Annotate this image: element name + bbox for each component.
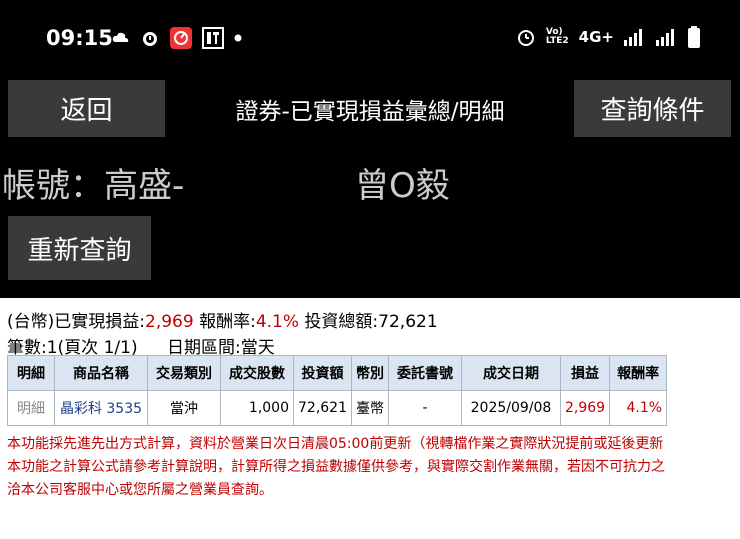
- col-currency: 幣別: [351, 355, 389, 391]
- alarm-icon: [517, 30, 534, 46]
- results-table: 明細 商品名稱 交易類別 成交股數 投資額 幣別 委託書號 成交日期 損益 報酬…: [7, 355, 668, 426]
- summary-invest-label: 投資總額:: [304, 312, 379, 332]
- col-investment: 投資額: [293, 355, 352, 391]
- col-shares: 成交股數: [220, 355, 294, 391]
- alarm-icon: [143, 32, 157, 46]
- investment-cell: 72,621: [293, 390, 352, 426]
- status-right-icons: Vo) LTE2 4G+: [516, 26, 700, 48]
- col-order-no: 委託書號: [388, 355, 462, 391]
- order-no-cell: -: [388, 390, 462, 426]
- status-bar: 09:15 Vo) LTE2 4G+: [0, 0, 740, 78]
- table-header-row: 明細 商品名稱 交易類別 成交股數 投資額 幣別 委託書號 成交日期 損益 報酬…: [7, 355, 668, 391]
- col-date: 成交日期: [461, 355, 561, 391]
- page-title: 證券-已實現損益彙總/明細: [235, 99, 505, 125]
- col-product: 商品名稱: [54, 355, 148, 391]
- shares-cell: 1,000: [220, 390, 294, 426]
- currency-cell: 臺幣: [351, 390, 389, 426]
- product-link[interactable]: 晶彩科 3535: [54, 390, 148, 426]
- table-row: 明細 晶彩科 3535 當沖 1,000 72,621 臺幣 - 2025/09…: [7, 390, 668, 426]
- summary-pnl: 2,969: [145, 312, 194, 332]
- requery-button[interactable]: 重新查詢: [8, 216, 151, 280]
- summary-return: 4.1%: [255, 312, 300, 332]
- app2-icon: [202, 27, 224, 49]
- account-owner: 曾O毅: [355, 166, 450, 206]
- detail-link[interactable]: 明細: [7, 390, 55, 426]
- col-detail: 明細: [7, 355, 55, 391]
- return-cell: 4.1%: [609, 390, 668, 426]
- network-label: 4G+: [578, 28, 614, 46]
- summary-return-label: 報酬率:: [199, 312, 256, 332]
- summary-invest: 72,621: [378, 312, 438, 332]
- dot-icon: [234, 34, 242, 42]
- results-panel: (台幣)已實現損益:2,969 報酬率:4.1% 投資總額:72,621 筆數:…: [0, 298, 740, 539]
- col-trade-type: 交易類別: [147, 355, 221, 391]
- trade-type-cell: 當沖: [147, 390, 221, 426]
- volte-icon: Vo) LTE2: [545, 27, 569, 46]
- col-pnl: 損益: [559, 355, 611, 391]
- note-line: 本功能採先進先出方式計算，資料於營業日次日清晨05:00前更新（視轉檔作業之實際…: [7, 436, 664, 452]
- note-line: 洽本公司客服中心或您所屬之營業員查詢。: [7, 482, 273, 498]
- battery-icon: [688, 26, 700, 48]
- note-line: 本功能之計算公式請參考計算說明，計算所得之損益數據僅供參考，與實際交割作業無關，…: [7, 459, 665, 475]
- status-time: 09:15: [46, 26, 113, 50]
- query-conditions-button[interactable]: 查詢條件: [574, 80, 731, 137]
- signal-icon: [624, 29, 642, 46]
- date-cell: 2025/09/08: [461, 390, 561, 426]
- summary-prefix: (台幣)已實現損益:: [7, 312, 145, 332]
- pnl-cell: 2,969: [559, 390, 611, 426]
- signal-icon: [656, 29, 674, 46]
- app-icon: [170, 27, 192, 49]
- account-label: 帳號：高盛-: [2, 166, 185, 206]
- disclaimer-notes: 本功能採先進先出方式計算，資料於營業日次日清晨05:00前更新（視轉檔作業之實際…: [7, 433, 740, 502]
- back-button[interactable]: 返回: [8, 80, 165, 137]
- cloud-icon: [112, 32, 129, 42]
- summary-line: (台幣)已實現損益:2,969 報酬率:4.1% 投資總額:72,621: [7, 307, 438, 332]
- col-return: 報酬率: [609, 355, 668, 391]
- status-left-icons: [112, 27, 242, 49]
